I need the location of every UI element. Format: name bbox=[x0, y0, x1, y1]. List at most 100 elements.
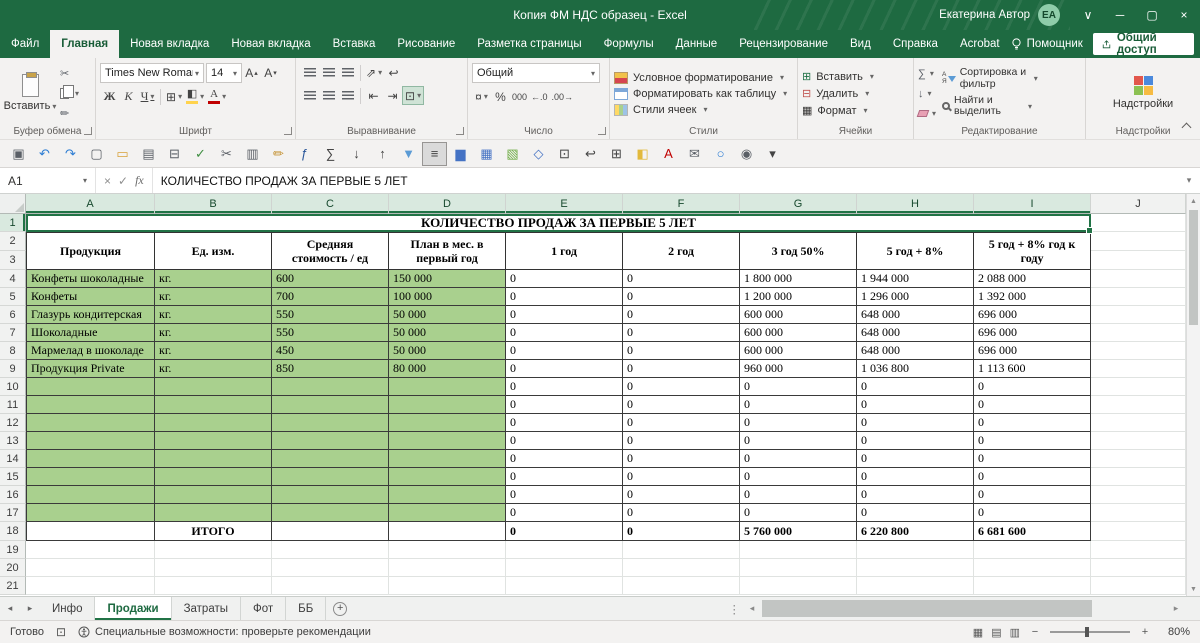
row-header-20[interactable]: 20 bbox=[0, 559, 26, 577]
cell-H18[interactable]: 6 220 800 bbox=[857, 522, 974, 541]
chart-icon[interactable]: ▆ bbox=[448, 142, 473, 166]
clear-button[interactable]: ▾ bbox=[916, 105, 936, 122]
cell-F12[interactable]: 0 bbox=[623, 414, 740, 432]
font-color-button[interactable]: А ▾ bbox=[206, 87, 228, 106]
cell-D17[interactable] bbox=[389, 504, 506, 522]
delete-cells-button[interactable]: ⊟ Удалить ▾ bbox=[802, 87, 909, 101]
cell-D10[interactable] bbox=[389, 378, 506, 396]
filter-icon[interactable]: ▼ bbox=[396, 142, 421, 166]
cell-G18[interactable]: 5 760 000 bbox=[740, 522, 857, 541]
column-header-H[interactable]: H bbox=[857, 194, 974, 214]
cell-G6[interactable]: 600 000 bbox=[740, 306, 857, 324]
cell-C5[interactable]: 700 bbox=[272, 288, 389, 306]
column-header-G[interactable]: G bbox=[740, 194, 857, 214]
cell-J9[interactable] bbox=[1091, 360, 1186, 378]
cell-H19[interactable] bbox=[857, 541, 974, 559]
quick-print-icon[interactable]: ▤ bbox=[136, 142, 161, 166]
vertical-scroll-thumb[interactable] bbox=[1189, 210, 1198, 325]
wrap-text-button[interactable]: ↩ bbox=[384, 63, 403, 82]
sort-descending-icon[interactable]: ↑ bbox=[370, 142, 395, 166]
cell-A12[interactable] bbox=[26, 414, 155, 432]
cell-J18[interactable] bbox=[1091, 522, 1186, 541]
cell-G5[interactable]: 1 200 000 bbox=[740, 288, 857, 306]
cell-G21[interactable] bbox=[740, 577, 857, 595]
cell-G10[interactable]: 0 bbox=[740, 378, 857, 396]
row-header-12[interactable]: 12 bbox=[0, 414, 26, 432]
cell-A11[interactable] bbox=[26, 396, 155, 414]
accessibility-checker[interactable]: Специальные возможности: проверьте реком… bbox=[78, 626, 371, 638]
header-cell-A2[interactable]: Продукция bbox=[26, 232, 155, 270]
cell-C17[interactable] bbox=[272, 504, 389, 522]
cell-C8[interactable]: 450 bbox=[272, 342, 389, 360]
cell-G4[interactable]: 1 800 000 bbox=[740, 270, 857, 288]
formula-input[interactable]: КОЛИЧЕСТВО ПРОДАЖ ЗА ПЕРВЫЕ 5 ЛЕТ bbox=[153, 168, 1178, 193]
cell-E20[interactable] bbox=[506, 559, 623, 577]
cell-A16[interactable] bbox=[26, 486, 155, 504]
cell-I13[interactable]: 0 bbox=[974, 432, 1091, 450]
cell-H7[interactable]: 648 000 bbox=[857, 324, 974, 342]
header-cell-D2[interactable]: План в мес. в первый год bbox=[389, 232, 506, 270]
cell-A5[interactable]: Конфеты bbox=[26, 288, 155, 306]
cell-E12[interactable]: 0 bbox=[506, 414, 623, 432]
print-preview-icon[interactable]: ⊟ bbox=[162, 142, 187, 166]
clipboard-dialog-launcher-icon[interactable] bbox=[84, 127, 92, 135]
ribbon-tab-insert[interactable]: Вставка bbox=[322, 30, 387, 58]
cell-D11[interactable] bbox=[389, 396, 506, 414]
cell-G19[interactable] bbox=[740, 541, 857, 559]
cell-B10[interactable] bbox=[155, 378, 272, 396]
scroll-down-icon[interactable]: ▼ bbox=[1187, 582, 1200, 596]
font-dialog-launcher-icon[interactable] bbox=[284, 127, 292, 135]
cell-E21[interactable] bbox=[506, 577, 623, 595]
expand-formula-bar-icon[interactable]: ▾ bbox=[1178, 168, 1200, 193]
cell-D5[interactable]: 100 000 bbox=[389, 288, 506, 306]
cell-I8[interactable]: 696 000 bbox=[974, 342, 1091, 360]
cell-C12[interactable] bbox=[272, 414, 389, 432]
cell-F10[interactable]: 0 bbox=[623, 378, 740, 396]
cell-H10[interactable]: 0 bbox=[857, 378, 974, 396]
cell-F16[interactable]: 0 bbox=[623, 486, 740, 504]
cell-J11[interactable] bbox=[1091, 396, 1186, 414]
align-left-button[interactable] bbox=[300, 86, 319, 105]
cell-B6[interactable]: кг. bbox=[155, 306, 272, 324]
fill-button[interactable]: ↓ ▾ bbox=[918, 85, 936, 102]
cell-E18[interactable]: 0 bbox=[506, 522, 623, 541]
cell-F17[interactable]: 0 bbox=[623, 504, 740, 522]
enter-icon[interactable]: ✓ bbox=[118, 174, 128, 188]
assistant-button[interactable]: Помощник bbox=[1011, 37, 1083, 51]
cell-C10[interactable] bbox=[272, 378, 389, 396]
name-box[interactable]: A1 ▾ bbox=[0, 168, 96, 193]
decrease-indent-button[interactable]: ⇤ bbox=[364, 86, 383, 105]
cell-I15[interactable]: 0 bbox=[974, 468, 1091, 486]
cell-B12[interactable] bbox=[155, 414, 272, 432]
pivot-table-icon[interactable]: ▧ bbox=[500, 142, 525, 166]
cell-H15[interactable]: 0 bbox=[857, 468, 974, 486]
cell-D8[interactable]: 50 000 bbox=[389, 342, 506, 360]
cell-J1[interactable] bbox=[1091, 214, 1186, 232]
row-header-8[interactable]: 8 bbox=[0, 342, 26, 360]
row-header-19[interactable]: 19 bbox=[0, 541, 26, 559]
sort-ascending-icon[interactable]: ↓ bbox=[344, 142, 369, 166]
column-header-E[interactable]: E bbox=[506, 194, 623, 214]
page-break-view-icon[interactable]: ▥ bbox=[1010, 626, 1020, 639]
cell-styles-button[interactable]: Стили ячеек ▾ bbox=[614, 103, 793, 116]
ribbon-tab-acrobat[interactable]: Acrobat bbox=[949, 30, 1011, 58]
cell-H16[interactable]: 0 bbox=[857, 486, 974, 504]
cell-A21[interactable] bbox=[26, 577, 155, 595]
horizontal-scrollbar[interactable]: ◂ ▸ bbox=[744, 597, 1184, 620]
cell-A4[interactable]: Конфеты шоколадные bbox=[26, 270, 155, 288]
cell-G12[interactable]: 0 bbox=[740, 414, 857, 432]
row-header-9[interactable]: 9 bbox=[0, 360, 26, 378]
cell-F14[interactable]: 0 bbox=[623, 450, 740, 468]
copy-icon[interactable]: ▥ bbox=[240, 142, 265, 166]
share-button[interactable]: Общий доступ bbox=[1092, 32, 1194, 56]
cell-E14[interactable]: 0 bbox=[506, 450, 623, 468]
horizontal-scroll-thumb[interactable] bbox=[762, 600, 1092, 617]
cell-I11[interactable]: 0 bbox=[974, 396, 1091, 414]
grow-font-button[interactable]: А ▴ bbox=[242, 64, 261, 83]
cell-A6[interactable]: Глазурь кондитерская bbox=[26, 306, 155, 324]
cell-D4[interactable]: 150 000 bbox=[389, 270, 506, 288]
cell-D7[interactable]: 50 000 bbox=[389, 324, 506, 342]
row-header-15[interactable]: 15 bbox=[0, 468, 26, 486]
cell-I6[interactable]: 696 000 bbox=[974, 306, 1091, 324]
cell-D13[interactable] bbox=[389, 432, 506, 450]
